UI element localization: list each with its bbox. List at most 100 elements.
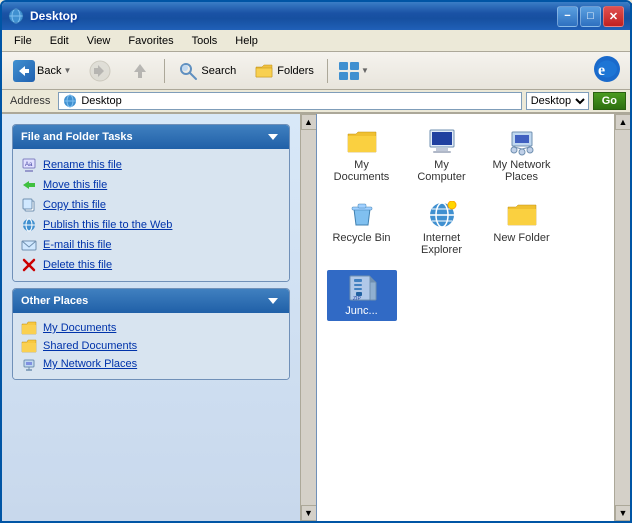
- windows-logo-icon: e: [592, 55, 622, 83]
- menu-view[interactable]: View: [79, 33, 119, 49]
- my-documents-desktop-icon[interactable]: My Documents: [327, 124, 397, 187]
- my-computer-icon[interactable]: My Computer: [407, 124, 477, 187]
- other-places-section: Other Places My Documents: [12, 288, 290, 380]
- left-panel: File and Folder Tasks Aa: [2, 114, 300, 521]
- title-bar-left: Desktop: [8, 8, 77, 24]
- my-documents-desktop-label: My Documents: [331, 159, 393, 183]
- forward-icon: [89, 60, 111, 82]
- right-scroll-up[interactable]: ▲: [615, 114, 630, 130]
- network-icon: [506, 128, 538, 156]
- my-computer-label: My Computer: [411, 159, 473, 183]
- internet-explorer-icon[interactable]: Internet Explorer: [407, 197, 477, 260]
- svg-text:Aa: Aa: [25, 162, 33, 168]
- delete-icon: [21, 257, 37, 273]
- menu-file[interactable]: File: [6, 33, 40, 49]
- email-file-item[interactable]: E-mail this file: [17, 235, 285, 255]
- views-icon: [337, 60, 361, 82]
- publish-file-item[interactable]: Publish this file to the Web: [17, 215, 285, 235]
- delete-file-label: Delete this file: [43, 259, 112, 271]
- back-dropdown-icon[interactable]: ▼: [63, 66, 71, 75]
- folders-label: Folders: [277, 65, 314, 77]
- minimize-button[interactable]: −: [557, 6, 578, 27]
- my-documents-icon: [21, 321, 37, 335]
- my-network-item[interactable]: My Network Places: [17, 355, 285, 373]
- address-bar: Address Desktop Desktop Go: [2, 90, 630, 114]
- maximize-button[interactable]: □: [580, 6, 601, 27]
- svg-text:ZIP: ZIP: [353, 296, 361, 302]
- address-value: Desktop: [81, 95, 121, 107]
- file-folder-tasks-content: Aa Rename this file Move this file: [13, 149, 289, 281]
- move-file-label: Move this file: [43, 179, 107, 191]
- address-ie-icon: [63, 94, 77, 108]
- menu-tools[interactable]: Tools: [184, 33, 226, 49]
- toolbar: Back ▼ Search: [2, 52, 630, 90]
- my-network-desktop-icon[interactable]: My Network Places: [487, 124, 557, 187]
- back-label: Back: [37, 65, 61, 77]
- left-panel-scrollbar[interactable]: ▲ ▼: [300, 114, 316, 521]
- my-network-desktop-label: My Network Places: [491, 159, 553, 183]
- rename-file-label: Rename this file: [43, 159, 122, 171]
- other-places-header[interactable]: Other Places: [13, 289, 289, 313]
- views-dropdown-icon[interactable]: ▼: [361, 66, 369, 75]
- delete-file-item[interactable]: Delete this file: [17, 255, 285, 275]
- menu-help[interactable]: Help: [227, 33, 266, 49]
- right-scroll-down[interactable]: ▼: [615, 505, 630, 521]
- new-folder-icon-img: [506, 201, 538, 229]
- menu-favorites[interactable]: Favorites: [120, 33, 181, 49]
- title-icon: [8, 8, 24, 24]
- forward-button[interactable]: [82, 56, 118, 86]
- junc-zip-icon[interactable]: ZIP Junc...: [327, 270, 397, 321]
- search-label: Search: [201, 65, 236, 77]
- up-button[interactable]: [122, 56, 158, 86]
- search-icon: [178, 61, 198, 81]
- move-file-item[interactable]: Move this file: [17, 175, 285, 195]
- go-button[interactable]: Go: [593, 92, 626, 110]
- toolbar-separator-1: [164, 59, 165, 83]
- back-arrow-icon: [17, 64, 31, 78]
- file-folder-tasks-header[interactable]: File and Folder Tasks: [13, 125, 289, 149]
- scroll-down-button[interactable]: ▼: [301, 505, 317, 521]
- file-folder-tasks-section: File and Folder Tasks Aa: [12, 124, 290, 282]
- close-button[interactable]: ✕: [603, 6, 624, 27]
- left-panel-wrapper: File and Folder Tasks Aa: [2, 114, 317, 521]
- other-places-title: Other Places: [21, 295, 88, 307]
- views-button[interactable]: ▼: [334, 56, 372, 86]
- copy-icon: [21, 197, 37, 213]
- shared-documents-item[interactable]: Shared Documents: [17, 337, 285, 355]
- recycle-bin-label: Recycle Bin: [332, 232, 390, 244]
- my-documents-label: My Documents: [43, 322, 116, 334]
- my-network-icon: [21, 357, 37, 371]
- folders-button[interactable]: Folders: [247, 57, 321, 85]
- copy-file-item[interactable]: Copy this file: [17, 195, 285, 215]
- back-button[interactable]: Back ▼: [6, 56, 78, 86]
- right-scrollbar[interactable]: ▲ ▼: [614, 114, 630, 521]
- email-file-label: E-mail this file: [43, 239, 111, 251]
- go-label: Go: [602, 95, 617, 107]
- new-folder-icon[interactable]: New Folder: [487, 197, 557, 260]
- menu-edit[interactable]: Edit: [42, 33, 77, 49]
- menu-bar: File Edit View Favorites Tools Help: [2, 30, 630, 52]
- rename-file-item[interactable]: Aa Rename this file: [17, 155, 285, 175]
- ie-icon: [426, 201, 458, 229]
- address-input[interactable]: Desktop: [58, 92, 521, 110]
- recycle-bin-icon[interactable]: Recycle Bin: [327, 197, 397, 260]
- up-icon: [129, 60, 151, 82]
- search-button[interactable]: Search: [171, 57, 243, 85]
- collapse-icon: [265, 129, 281, 145]
- internet-explorer-label: Internet Explorer: [411, 232, 473, 256]
- address-label: Address: [6, 95, 54, 107]
- my-documents-item[interactable]: My Documents: [17, 319, 285, 337]
- publish-icon: [21, 217, 37, 233]
- address-dropdown[interactable]: Desktop: [526, 92, 589, 110]
- file-area: My Documents My Computer: [317, 114, 631, 331]
- publish-file-label: Publish this file to the Web: [43, 219, 172, 231]
- move-icon: [21, 177, 37, 193]
- title-bar: Desktop − □ ✕: [2, 2, 630, 30]
- title-buttons: − □ ✕: [557, 6, 624, 27]
- my-network-label: My Network Places: [43, 358, 137, 370]
- shared-documents-icon: [21, 339, 37, 353]
- explorer-window: Desktop − □ ✕ File Edit View Favorites T…: [0, 0, 632, 523]
- scroll-up-button[interactable]: ▲: [301, 114, 317, 130]
- right-scroll-track: [615, 130, 630, 505]
- new-folder-label: New Folder: [493, 232, 549, 244]
